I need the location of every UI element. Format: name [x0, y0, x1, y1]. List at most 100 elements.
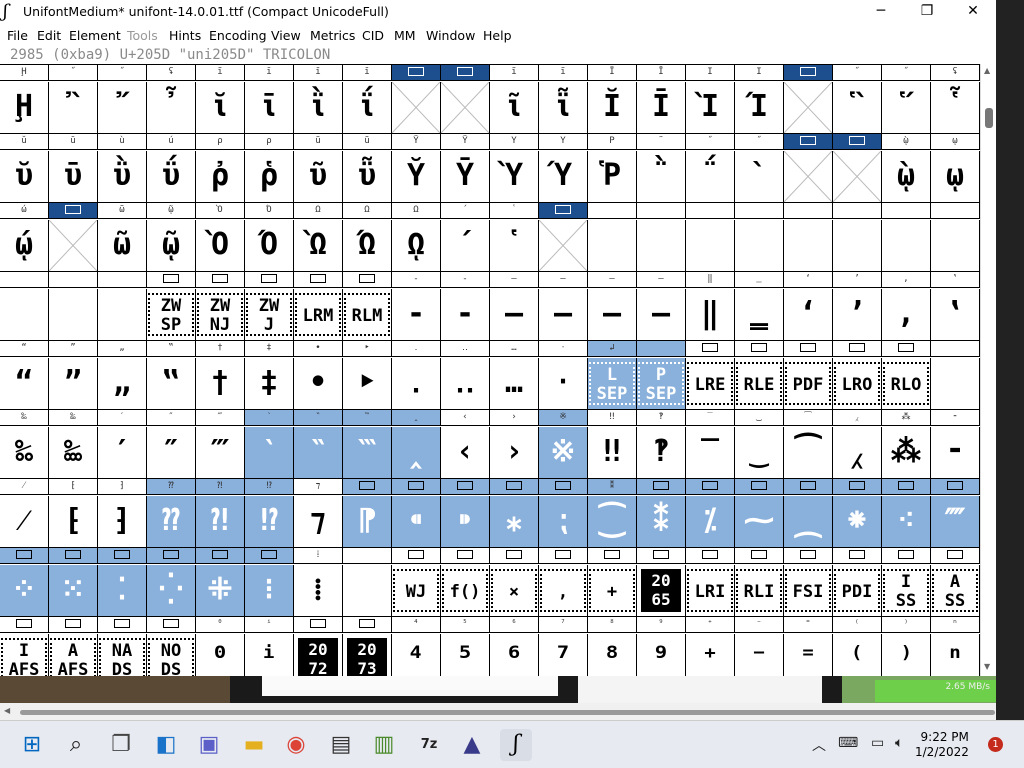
glyph-cell[interactable] [784, 151, 833, 202]
glyph-cell-label[interactable]: ⁸ [588, 617, 637, 632]
glyph-cell-label[interactable]: Ω [343, 203, 392, 218]
glyph-cell[interactable]: ⁼ [784, 634, 833, 676]
archive-icon[interactable]: ▥ [368, 729, 400, 761]
glyph-cell-label[interactable]: ⁈ [196, 479, 245, 494]
glyph-cell[interactable]: ῖ [490, 82, 539, 133]
glyph-cell[interactable]: ‼ [588, 427, 637, 478]
glyph-cell[interactable]: 20 73 [343, 634, 392, 676]
glyph-cell[interactable]: ΰ [147, 151, 196, 202]
glyph-cell[interactable]: ⁃ [931, 427, 980, 478]
glyph-cell[interactable]: ῏ [147, 82, 196, 133]
glyph-cell[interactable] [931, 220, 980, 271]
glyph-cell-label[interactable]: • [294, 341, 343, 356]
search-icon[interactable]: ⌕ [60, 729, 92, 761]
minimize-button[interactable]: ─ [858, 0, 904, 24]
glyph-cell-label[interactable]: Y [539, 134, 588, 149]
glyph-cell-label[interactable]: ⁄ [0, 479, 49, 494]
glyph-cell-label[interactable]: ‴ [196, 410, 245, 425]
glyph-cell[interactable]: 20 65 [637, 565, 686, 616]
glyph-cell[interactable] [392, 82, 441, 133]
glyph-cell[interactable]: ⁀ [784, 427, 833, 478]
scroll-down-arrow-icon[interactable]: ▼ [984, 662, 990, 671]
glyph-cell[interactable]: „ [98, 358, 147, 409]
glyph-cell-label[interactable]: “ [0, 341, 49, 356]
glyph-cell-label[interactable] [0, 272, 49, 287]
glyph-cell[interactable]: ΐ [343, 82, 392, 133]
glyph-cell-label[interactable]: ῾ [490, 203, 539, 218]
horizontal-scroll-thumb[interactable] [20, 710, 995, 715]
glyph-cell[interactable]: ῦ [294, 151, 343, 202]
glyph-cell-label[interactable] [588, 548, 637, 563]
glyph-cell[interactable]: ῒ [294, 82, 343, 133]
glyph-cell[interactable]: ⁁ [833, 427, 882, 478]
glyph-cell-label[interactable]: ⁵ [441, 617, 490, 632]
glyph-cell[interactable]: FSI [784, 565, 833, 616]
glyph-cell-label[interactable] [245, 548, 294, 563]
glyph-cell[interactable]: ⁌ [392, 496, 441, 547]
glyph-cell-label[interactable] [539, 479, 588, 494]
glyph-cell-label[interactable] [882, 479, 931, 494]
glyph-cell[interactable]: ⁱ [245, 634, 294, 676]
glyph-cell-label[interactable]: ‑ [441, 272, 490, 287]
glyph-cell[interactable]: “ [0, 358, 49, 409]
glyph-cell[interactable] [637, 220, 686, 271]
glyph-cell[interactable]: Ῑ [637, 82, 686, 133]
glyph-cell[interactable]: ⁎ [490, 496, 539, 547]
glyph-cell-label[interactable]: ‒ [490, 272, 539, 287]
glyph-cell-label[interactable] [441, 479, 490, 494]
glyph-cell[interactable]: Ύ [539, 151, 588, 202]
glyph-cell-label[interactable] [637, 341, 686, 356]
glyph-cell[interactable] [539, 220, 588, 271]
glyph-cell-label[interactable]: ′ [98, 410, 147, 425]
glyph-cell-label[interactable]: I [686, 65, 735, 80]
glyph-cell-label[interactable]: ῷ [147, 203, 196, 218]
glyph-cell[interactable]: ῭ [637, 151, 686, 202]
glyph-cell[interactable] [98, 289, 147, 340]
glyph-cell[interactable]: ‱ [49, 427, 98, 478]
glyph-cell-label[interactable]: ‘ [784, 272, 833, 287]
glyph-cell-label[interactable]: ⁺ [686, 617, 735, 632]
glyph-cell-label[interactable] [343, 272, 392, 287]
glyph-cell-label[interactable]: ‷ [343, 410, 392, 425]
glyph-cell-label[interactable]: ´ [441, 203, 490, 218]
widgets-icon[interactable]: ◧ [150, 729, 182, 761]
task-view-icon[interactable]: ❐ [105, 729, 137, 761]
scroll-up-arrow-icon[interactable]: ▲ [984, 66, 990, 75]
glyph-cell[interactable]: × [490, 565, 539, 616]
glyph-cell-label[interactable]: ŭ [0, 134, 49, 149]
glyph-cell[interactable] [588, 220, 637, 271]
glyph-cell-label[interactable]: ĭ [343, 65, 392, 80]
glyph-cell-label[interactable]: ũ [294, 134, 343, 149]
glyph-cell-label[interactable] [539, 548, 588, 563]
glyph-cell-label[interactable] [833, 134, 882, 149]
glyph-cell[interactable]: ⁙ [49, 565, 98, 616]
glyph-cell-label[interactable] [392, 479, 441, 494]
glyph-cell-label[interactable]: I [735, 65, 784, 80]
glyph-cell[interactable]: ῐ [196, 82, 245, 133]
glyph-cell-label[interactable] [196, 548, 245, 563]
glyph-cell-label[interactable] [49, 617, 98, 632]
glyph-cell[interactable]: Ώ [343, 220, 392, 271]
glyph-cell[interactable]: ⁞ [294, 565, 343, 616]
glyph-cell[interactable]: RLM [343, 289, 392, 340]
glyph-cell[interactable]: ‹ [441, 427, 490, 478]
glyph-cell-label[interactable]: ⁉ [245, 479, 294, 494]
glyph-cell[interactable]: ‒ [490, 289, 539, 340]
glyph-cell-label[interactable] [539, 203, 588, 218]
glyph-cell[interactable]: Ὶ [686, 82, 735, 133]
glyph-cell[interactable]: ‴ [196, 427, 245, 478]
glyph-cell[interactable]: ″ [147, 427, 196, 478]
glyph-cell[interactable]: ῡ [49, 151, 98, 202]
glyph-cell[interactable] [833, 220, 882, 271]
glyph-cell-label[interactable] [931, 548, 980, 563]
glyph-cell-label[interactable] [343, 548, 392, 563]
glyph-cell-label[interactable]: ↲ [588, 341, 637, 356]
glyph-cell-label[interactable]: Ὸ [196, 203, 245, 218]
glyph-cell[interactable]: ⁝ [245, 565, 294, 616]
close-button[interactable]: ✕ [950, 0, 996, 24]
glyph-cell-label[interactable]: ῳ [931, 134, 980, 149]
glyph-cell[interactable]: ‵ [245, 427, 294, 478]
chat-icon[interactable]: ▣ [193, 729, 225, 761]
menu-cid[interactable]: CID [362, 28, 384, 43]
glyph-cell-label[interactable] [784, 341, 833, 356]
